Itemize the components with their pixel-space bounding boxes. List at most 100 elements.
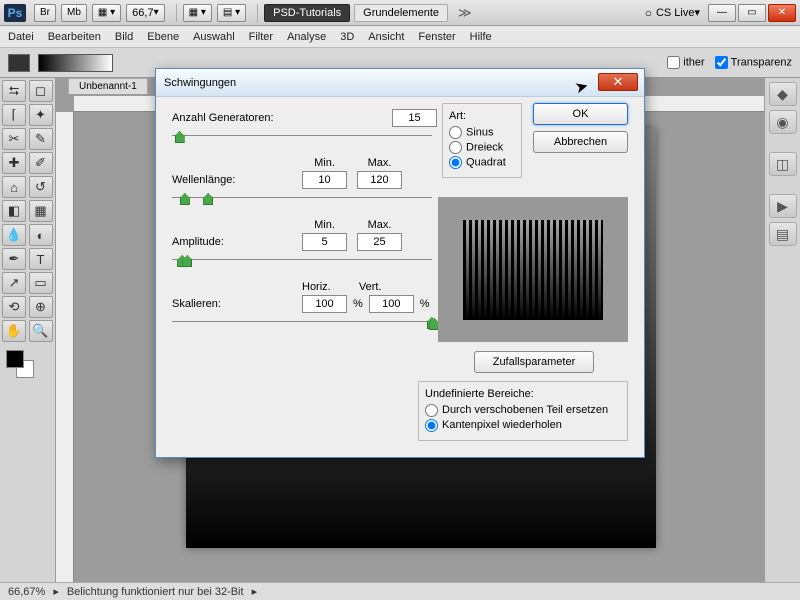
scale-slider[interactable] [172,317,432,331]
shape-tool-icon[interactable]: ▭ [29,272,53,294]
lasso-tool-icon[interactable]: ⌈ [2,104,26,126]
menu-analyse[interactable]: Analyse [287,31,326,43]
min-label: Min. [302,157,347,169]
ps-logo-icon: Ps [4,4,26,22]
hand-tool-icon[interactable]: ✋ [2,320,26,342]
history-brush-icon[interactable]: ↺ [29,176,53,198]
menu-fenster[interactable]: Fenster [418,31,455,43]
marquee-tool-icon[interactable]: ◻ [29,80,53,102]
blur-tool-icon[interactable]: 💧 [2,224,26,246]
type-sinus-radio[interactable]: Sinus [449,126,515,139]
color-swatches[interactable] [2,350,53,380]
layout-dropdown[interactable]: ▦ ▾ [92,4,121,22]
tools-panel: ⮀ ◻ ⌈ ✦ ✂ ✎ ✚ ✐ ⌂ ↺ ◧ ▦ 💧 ◐ ✒ T ↗ ▭ ⟲ ⊕ … [0,78,56,582]
menu-bearbeiten[interactable]: Bearbeiten [48,31,101,43]
type-dreieck-radio[interactable]: Dreieck [449,141,515,154]
amplitude-max-input[interactable] [357,233,402,251]
bridge-button[interactable]: Br [34,4,56,22]
repeat-edge-radio[interactable]: Kantenpixel wiederholen [425,419,621,432]
menu-filter[interactable]: Filter [249,31,273,43]
wave-preview [438,197,628,342]
amplitude-min-input[interactable] [302,233,347,251]
cancel-button[interactable]: Abbrechen [533,131,628,153]
history-panel-icon[interactable]: ▶ [769,194,797,218]
menu-datei[interactable]: Datei [8,31,34,43]
amplitude-slider[interactable] [172,255,432,269]
status-bar: 66,67% ▸ Belichtung funktioniert nur bei… [0,582,800,600]
wave-preview-image [463,220,603,320]
app-titlebar: Ps Br Mb ▦ ▾ 66,7 ▾ ▦ ▾ ▤ ▾ PSD-Tutorial… [0,0,800,26]
foreground-swatch[interactable] [6,350,24,368]
dialog-title: Schwingungen [164,77,236,89]
wavelength-slider[interactable] [172,193,432,207]
workspace-tab-psd-tutorials[interactable]: PSD-Tutorials [264,4,350,22]
wave-dialog: Schwingungen ✕ Anzahl Generatoren: Min. … [155,68,645,458]
workspace-tab-grundelemente[interactable]: Grundelemente [354,4,448,22]
dialog-close-button[interactable]: ✕ [598,73,638,91]
status-zoom: 66,67% [8,586,45,598]
adjustments-panel-icon[interactable]: ◫ [769,152,797,176]
ok-button[interactable]: OK [533,103,628,125]
swatches-panel-icon[interactable]: ◆ [769,82,797,106]
eraser-tool-icon[interactable]: ◧ [2,200,26,222]
randomize-button[interactable]: Zufallsparameter [474,351,594,373]
generators-slider[interactable] [172,131,432,145]
eyedropper-tool-icon[interactable]: ✎ [29,128,53,150]
menu-3d[interactable]: 3D [340,31,354,43]
camera-tool-icon[interactable]: ⊕ [29,296,53,318]
workspace-more-icon[interactable]: ≫ [452,5,478,21]
brush-tool-icon[interactable]: ✐ [29,152,53,174]
crop-tool-icon[interactable]: ✂ [2,128,26,150]
view-grid-button[interactable]: ▦ ▾ [183,4,212,22]
color-panel-icon[interactable]: ◉ [769,110,797,134]
gradient-preview[interactable] [38,54,113,72]
generators-input[interactable] [392,109,437,127]
type-groupbox: Art: Sinus Dreieck Quadrat [442,103,522,178]
menubar: Datei Bearbeiten Bild Ebene Auswahl Filt… [0,26,800,48]
maximize-button[interactable]: ▭ [738,4,766,22]
zoom-tool-icon[interactable]: 🔍 [29,320,53,342]
dither-checkbox[interactable]: ither [667,56,704,69]
undefined-areas-label: Undefinierte Bereiche: [425,388,621,400]
type-quadrat-radio[interactable]: Quadrat [449,156,515,169]
minibridge-button[interactable]: Mb [61,4,87,22]
gradient-tool-icon[interactable]: ▦ [29,200,53,222]
menu-ansicht[interactable]: Ansicht [368,31,404,43]
scale-label: Skalieren: [172,298,292,310]
undefined-areas-groupbox: Undefinierte Bereiche: Durch verschobene… [418,381,628,441]
gradient-tool-icon[interactable] [8,54,30,72]
3d-tool-icon[interactable]: ⟲ [2,296,26,318]
dodge-tool-icon[interactable]: ◐ [29,224,53,246]
generators-label: Anzahl Generatoren: [172,112,292,124]
transparency-checkbox[interactable]: Transparenz [715,56,792,69]
type-tool-icon[interactable]: T [29,248,53,270]
type-label: Art: [449,110,515,122]
stamp-tool-icon[interactable]: ⌂ [2,176,26,198]
wavelength-min-input[interactable] [302,171,347,189]
status-message: Belichtung funktioniert nur bei 32-Bit [67,586,244,598]
cslive-button[interactable]: CS Live ▾ [645,6,700,20]
close-button[interactable]: ✕ [768,4,796,22]
dialog-titlebar[interactable]: Schwingungen ✕ [156,69,644,97]
wavelength-max-input[interactable] [357,171,402,189]
layers-panel-icon[interactable]: ▤ [769,222,797,246]
menu-ebene[interactable]: Ebene [147,31,179,43]
document-tab[interactable]: Unbenannt-1 [68,78,148,94]
heal-tool-icon[interactable]: ✚ [2,152,26,174]
right-panels: ◆ ◉ ◫ ▶ ▤ [764,78,800,582]
pen-tool-icon[interactable]: ✒ [2,248,26,270]
menu-hilfe[interactable]: Hilfe [470,31,492,43]
menu-auswahl[interactable]: Auswahl [193,31,235,43]
path-tool-icon[interactable]: ↗ [2,272,26,294]
ruler-vertical [56,112,74,582]
wand-tool-icon[interactable]: ✦ [29,104,53,126]
scale-horiz-input[interactable] [302,295,347,313]
minimize-button[interactable]: — [708,4,736,22]
move-tool-icon[interactable]: ⮀ [2,80,26,102]
scale-vert-input[interactable] [369,295,414,313]
wrap-around-radio[interactable]: Durch verschobenen Teil ersetzen [425,404,621,417]
zoom-dropdown[interactable]: 66,7 ▾ [126,4,164,22]
menu-bild[interactable]: Bild [115,31,133,43]
view-list-button[interactable]: ▤ ▾ [217,4,246,22]
wavelength-label: Wellenlänge: [172,174,292,186]
